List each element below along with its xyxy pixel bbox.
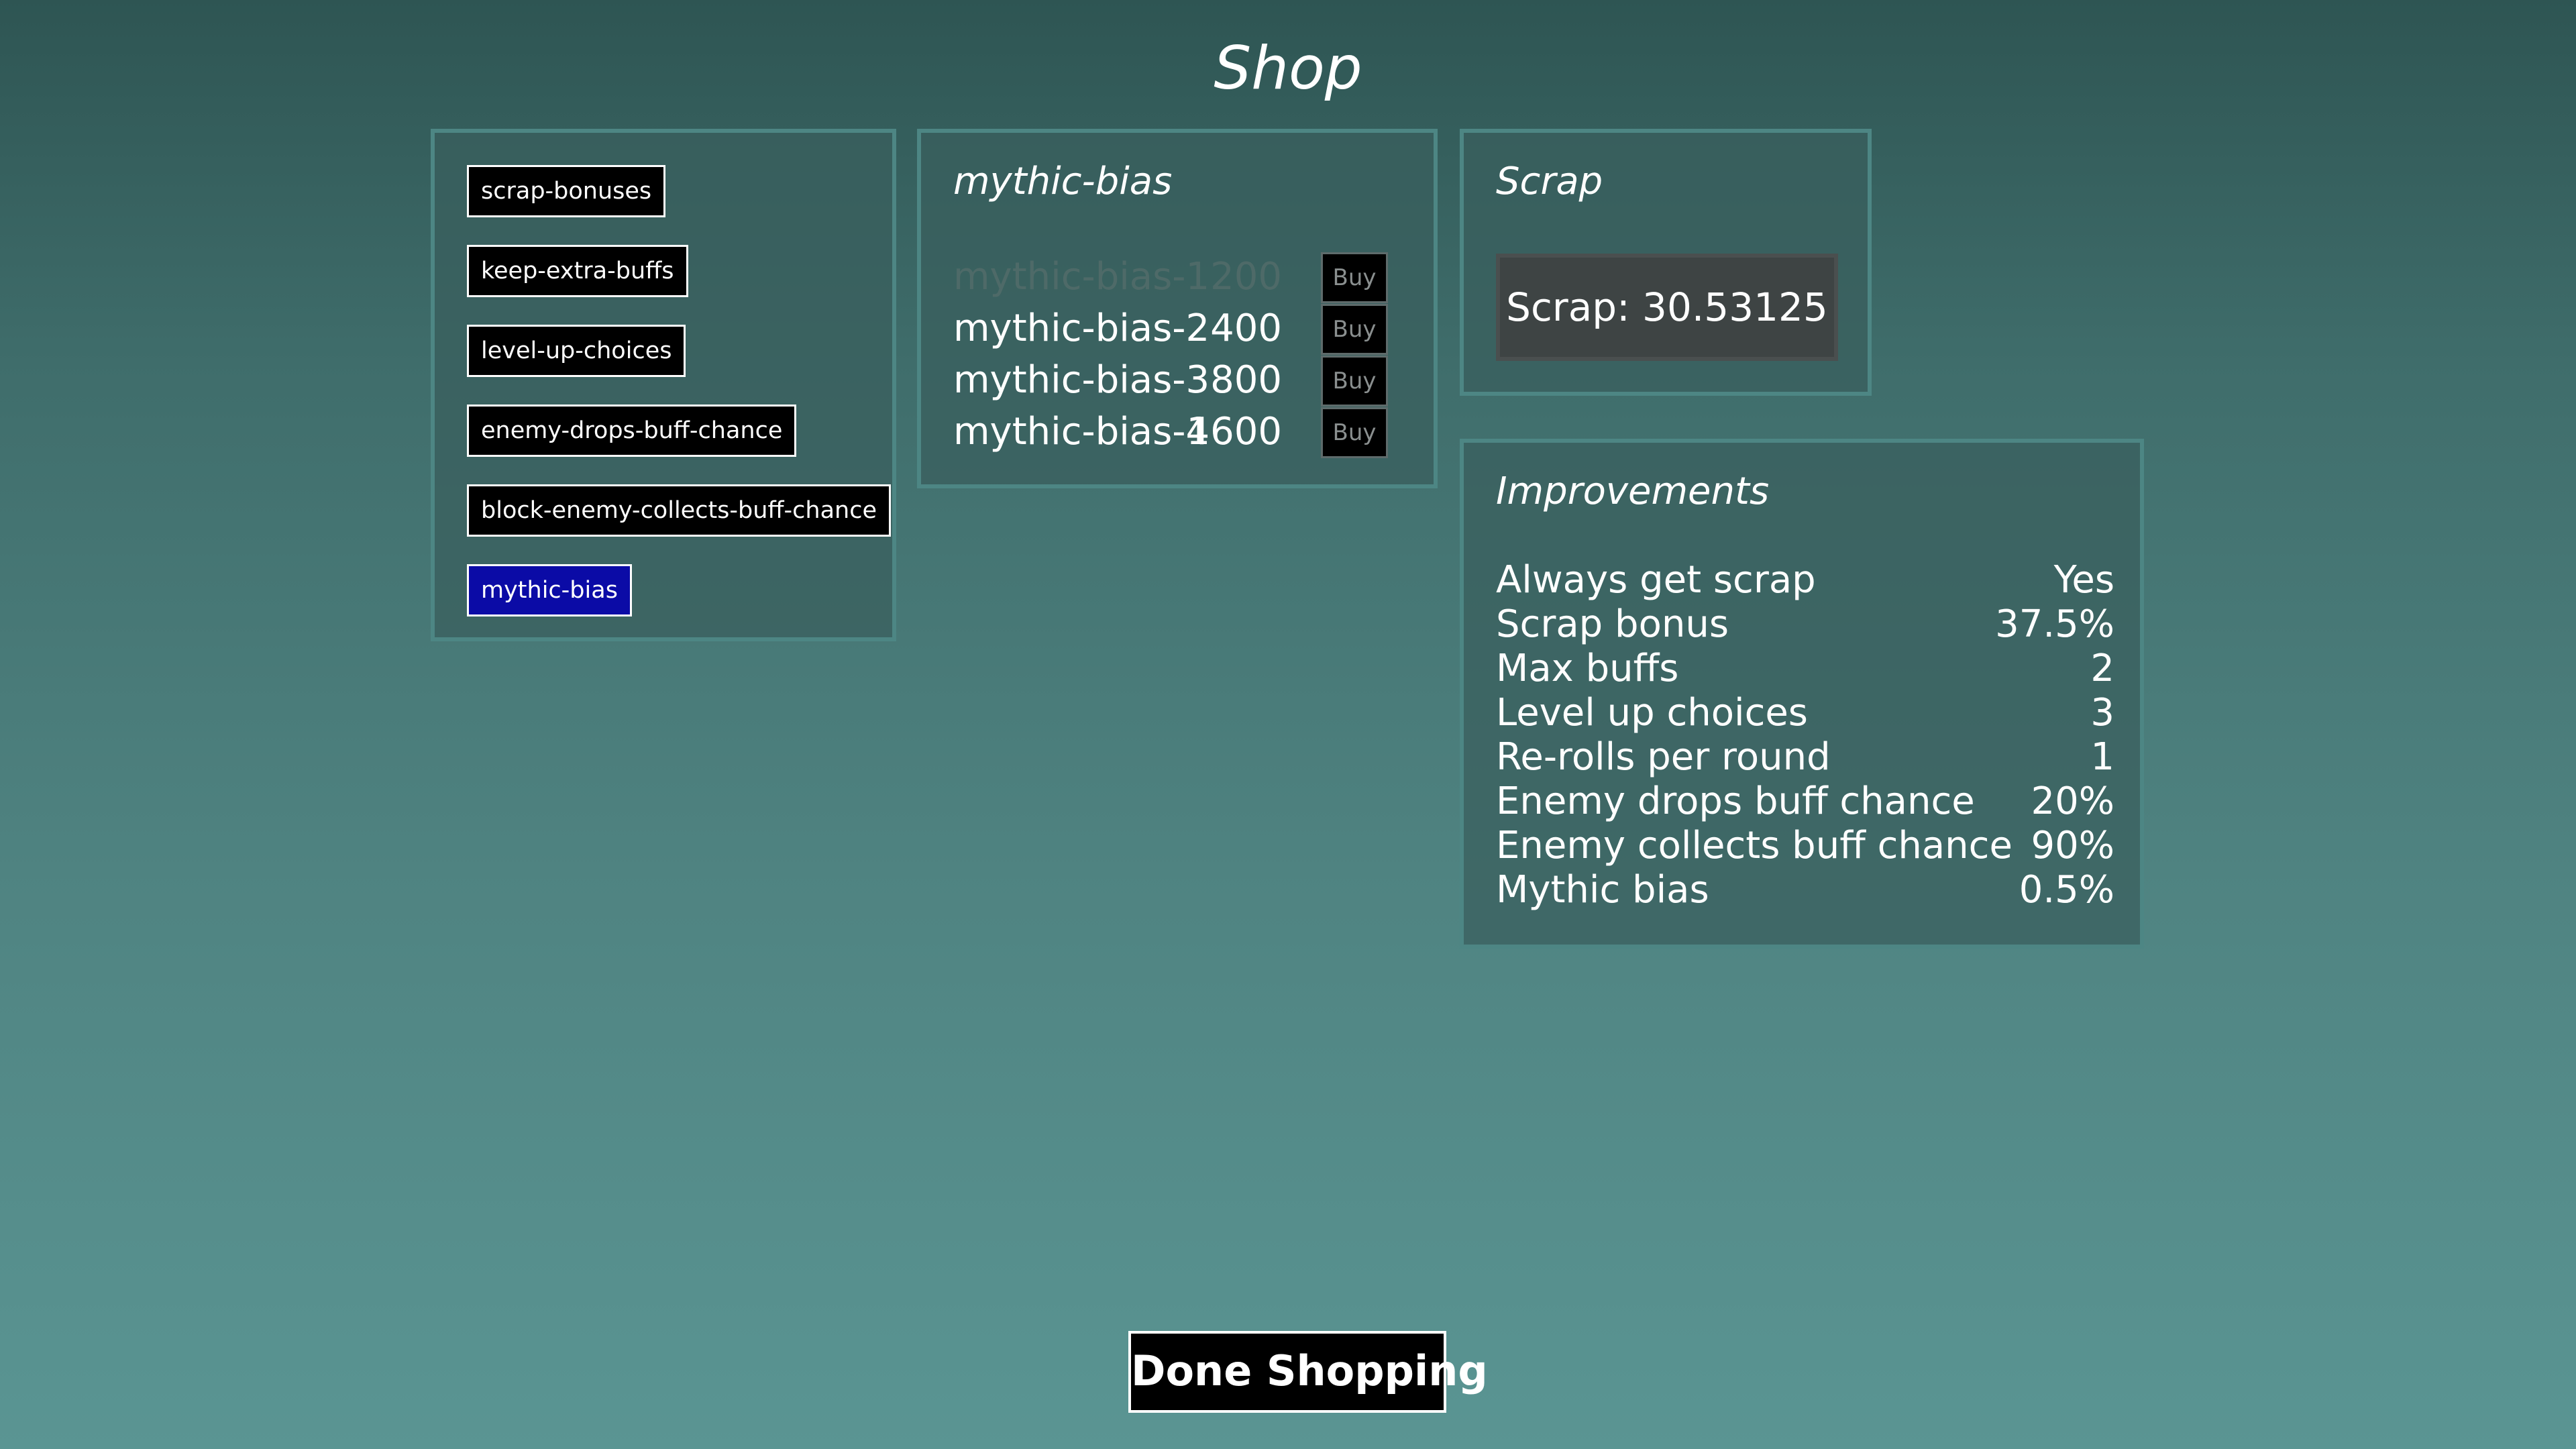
improvement-value: 2 [2090,647,2114,690]
improvement-row: Re-rolls per round 1 [1496,735,2114,780]
category-block-enemy-collects-buff-chance[interactable]: block-enemy-collects-buff-chance [467,484,892,537]
upgrade-name: mythic-bias-4 [953,410,1210,453]
improvement-label: Mythic bias [1496,868,1709,912]
improvement-value: Yes [2053,558,2114,602]
buy-button[interactable]: Buy [1321,407,1388,458]
upgrade-panel-heading: mythic-bias [953,160,1173,203]
improvement-value: 20% [2031,780,2114,823]
upgrade-panel: mythic-bias mythic-bias-1 200 Buy mythic… [917,129,1438,488]
page-title: Shop [1214,34,1362,103]
upgrade-cost: 200 [1210,255,1282,299]
improvements-panel-heading: Improvements [1496,470,1770,513]
scrap-panel-heading: Scrap [1496,160,1603,203]
category-level-up-choices[interactable]: level-up-choices [467,325,686,377]
improvement-value: 90% [2031,824,2114,867]
improvement-value: 37.5% [1995,602,2114,646]
upgrade-row: mythic-bias-3 800 Buy [953,356,1416,407]
buy-button[interactable]: Buy [1321,304,1388,355]
improvement-label: Enemy drops buff chance [1496,780,1975,823]
improvement-row: Enemy collects buff chance 90% [1496,824,2114,868]
category-scrap-bonuses[interactable]: scrap-bonuses [467,165,666,217]
improvement-label: Re-rolls per round [1496,735,1831,779]
improvements-panel: Improvements Always get scrap Yes Scrap … [1460,439,2144,949]
upgrade-cost: 400 [1210,307,1282,350]
improvement-row: Scrap bonus 37.5% [1496,602,2114,647]
improvement-row: Max buffs 2 [1496,647,2114,691]
category-panel: scrap-bonuses keep-extra-buffs level-up-… [431,129,896,641]
improvement-row: Level up choices 3 [1496,691,2114,735]
improvement-label: Always get scrap [1496,558,1816,602]
improvement-value: 0.5% [2019,868,2114,912]
upgrade-row: mythic-bias-4 1600 Buy [953,407,1416,458]
upgrade-row: mythic-bias-2 400 Buy [953,304,1416,355]
category-keep-extra-buffs[interactable]: keep-extra-buffs [467,245,688,297]
upgrade-cost: 800 [1210,358,1282,402]
upgrade-name: mythic-bias-1 [953,255,1210,299]
category-mythic-bias[interactable]: mythic-bias [467,564,632,616]
improvement-value: 1 [2090,735,2114,779]
improvement-label: Max buffs [1496,647,1679,690]
improvement-label: Level up choices [1496,691,1808,735]
scrap-amount: Scrap: 30.53125 [1496,254,1838,361]
category-enemy-drops-buff-chance[interactable]: enemy-drops-buff-chance [467,405,797,457]
upgrade-row: mythic-bias-1 200 Buy [953,252,1416,303]
upgrade-cost: 1600 [1186,410,1282,453]
scrap-panel: Scrap Scrap: 30.53125 [1460,129,1872,396]
improvement-row: Enemy drops buff chance 20% [1496,780,2114,824]
improvement-row: Mythic bias 0.5% [1496,868,2114,912]
improvement-row: Always get scrap Yes [1496,558,2114,602]
done-shopping-button[interactable]: Done Shopping [1128,1331,1488,1413]
buy-button[interactable]: Buy [1321,356,1388,407]
buy-button[interactable]: Buy [1321,252,1388,303]
improvement-label: Enemy collects buff chance [1496,824,2012,867]
upgrade-name: mythic-bias-3 [953,358,1210,402]
improvement-value: 3 [2090,691,2114,735]
upgrade-name: mythic-bias-2 [953,307,1210,350]
improvement-label: Scrap bonus [1496,602,1729,646]
